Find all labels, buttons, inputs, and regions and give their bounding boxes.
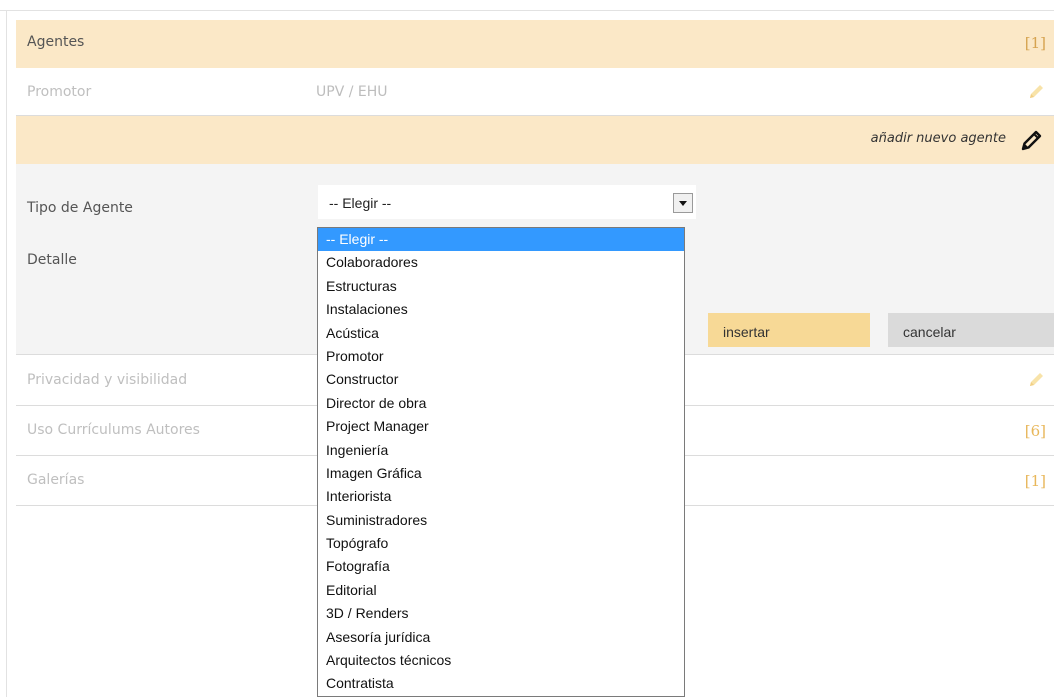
agent-value: UPV / EHU: [316, 84, 388, 100]
section-uso-label: Uso Currículums Autores: [27, 422, 200, 438]
dropdown-option[interactable]: Estructuras: [318, 275, 684, 298]
dropdown-option[interactable]: Fotografía: [318, 555, 684, 578]
agent-type-select-value: -- Elegir --: [329, 195, 392, 211]
section-agentes[interactable]: Agentes [1]: [16, 20, 1054, 68]
section-agentes-label: Agentes: [27, 34, 85, 50]
dropdown-option[interactable]: Arquitectos técnicos: [318, 649, 684, 672]
cancel-button[interactable]: cancelar: [888, 313, 1054, 347]
insert-button[interactable]: insertar: [708, 313, 870, 347]
dropdown-option[interactable]: Acústica: [318, 322, 684, 345]
dropdown-option[interactable]: Colaboradores: [318, 251, 684, 274]
add-agent-link[interactable]: añadir nuevo agente: [871, 131, 1006, 146]
dropdown-option[interactable]: Instalaciones: [318, 298, 684, 321]
agent-type-select[interactable]: -- Elegir --: [318, 185, 696, 219]
pencil-icon[interactable]: [1026, 370, 1046, 390]
panel-left-border: [6, 10, 7, 697]
panel-top-border: [0, 10, 1054, 11]
add-agent-bar: añadir nuevo agente: [16, 116, 1054, 164]
dropdown-option[interactable]: Project Manager: [318, 415, 684, 438]
agent-type-label: Tipo de Agente: [27, 200, 133, 216]
pencil-icon[interactable]: [1020, 128, 1044, 152]
section-privacidad-label: Privacidad y visibilidad: [27, 372, 188, 388]
chevron-down-icon[interactable]: [673, 193, 693, 213]
section-agentes-count: [1]: [1024, 34, 1046, 52]
dropdown-option[interactable]: Interiorista: [318, 485, 684, 508]
dropdown-option[interactable]: 3D / Renders: [318, 602, 684, 625]
pencil-icon[interactable]: [1026, 82, 1046, 102]
dropdown-option[interactable]: Asesoría jurídica: [318, 626, 684, 649]
section-uso-count: [6]: [1024, 422, 1046, 440]
agent-type-label: Promotor: [27, 84, 92, 100]
agent-row-promotor: Promotor UPV / EHU: [16, 70, 1054, 115]
dropdown-option[interactable]: Suministradores: [318, 509, 684, 532]
dropdown-option[interactable]: Contratista: [318, 672, 684, 695]
dropdown-option[interactable]: Ingeniería: [318, 439, 684, 462]
agent-type-dropdown-list[interactable]: -- Elegir -- Colaboradores Estructuras Inst…: [317, 227, 685, 697]
dropdown-option[interactable]: Constructor: [318, 368, 684, 391]
section-galerias-count: [1]: [1024, 472, 1046, 490]
dropdown-option[interactable]: Director de obra: [318, 392, 684, 415]
dropdown-option[interactable]: Promotor: [318, 345, 684, 368]
detail-label: Detalle: [27, 252, 77, 268]
dropdown-option[interactable]: Editorial: [318, 579, 684, 602]
dropdown-option[interactable]: Topógrafo: [318, 532, 684, 555]
section-galerias-label: Galerías: [27, 472, 85, 488]
dropdown-option[interactable]: -- Elegir --: [318, 228, 684, 252]
dropdown-option[interactable]: Imagen Gráfica: [318, 462, 684, 485]
